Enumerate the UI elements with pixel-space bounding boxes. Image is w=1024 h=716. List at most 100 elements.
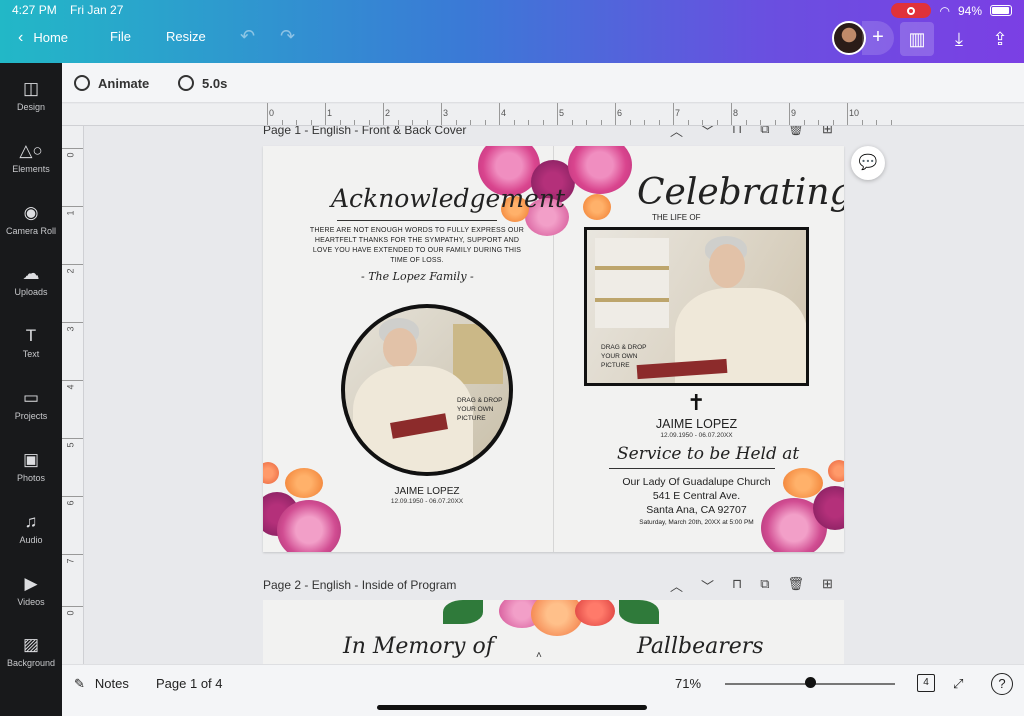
ruler-tick [644, 120, 645, 125]
lock-icon[interactable]: ⊓ [732, 126, 742, 140]
ruler-tick [615, 103, 616, 125]
ruler-tick [441, 103, 442, 125]
ruler-top-label: 1 [327, 108, 333, 118]
editor-toolbar: Animate 5.0s [62, 63, 1024, 103]
avatar[interactable] [832, 21, 866, 55]
help-button[interactable]: ? [991, 673, 1013, 695]
photo-frame-rect[interactable]: DRAG & DROP YOUR OWN PICTURE [584, 227, 809, 386]
battery-icon [990, 5, 1012, 16]
fullscreen-icon[interactable]: ⤢ [953, 676, 963, 692]
delete-page-icon[interactable]: 🗑 [787, 576, 804, 595]
ruler-tick [62, 264, 83, 265]
redo-icon[interactable]: ↷ [280, 26, 295, 47]
sidebar-item-photos[interactable]: ▣ Photos [0, 450, 62, 483]
dates-left: 12.09.1950 - 06.07.20XX [390, 498, 464, 505]
duplicate-page-icon[interactable]: ⧉ [760, 576, 769, 595]
ruler-left-label: 6 [65, 500, 76, 506]
sidebar-item-design[interactable]: ◫ Design [0, 79, 62, 112]
ruler-tick [455, 120, 457, 125]
name-right: JAIME LOPEZ [655, 417, 738, 431]
ruler-tick [62, 322, 83, 323]
add-collaborator-button[interactable]: + [862, 21, 894, 55]
chevron-down-icon[interactable]: ﹀ [701, 126, 714, 140]
add-page-icon[interactable]: ⊞ [822, 576, 833, 595]
animate-button[interactable]: Animate [74, 75, 149, 91]
drop-picture-hint: DRAG & DROP YOUR OWN PICTURE [601, 344, 647, 369]
sidebar-item-elements[interactable]: △○ Elements [0, 141, 62, 174]
ruler-top-label: 8 [733, 108, 739, 118]
ruler-tick [557, 103, 558, 125]
ruler-left-label: 7 [65, 558, 76, 564]
sidebar-item-audio[interactable]: ♫ Audio [0, 512, 62, 545]
duplicate-page-icon[interactable]: ⧉ [760, 126, 769, 140]
add-page-icon[interactable]: ⊞ [822, 126, 833, 140]
sidebar-item-projects[interactable]: ▭ Projects [0, 388, 62, 421]
ruler-tick [716, 120, 718, 125]
file-menu-button[interactable]: File [110, 29, 131, 44]
page-1[interactable]: Acknowledgement THERE ARE NOT ENOUGH WOR… [263, 146, 844, 552]
ruler-tick [702, 120, 703, 125]
bookshelf [595, 238, 669, 328]
ruler-tick [745, 120, 747, 125]
ruler-tick [397, 120, 399, 125]
insights-icon[interactable]: ▥ [900, 22, 934, 56]
address-line-1: 541 E Central Ave. [652, 490, 741, 502]
chevron-up-icon[interactable]: ︿ [670, 126, 683, 140]
text-icon: T [25, 326, 37, 345]
videos-icon: ▶ [24, 574, 38, 593]
undo-icon[interactable]: ↶ [240, 26, 255, 47]
ruler-tick [325, 103, 326, 125]
ruler-top: 0 1 2 3 4 5 6 7 8 9 10 [62, 103, 1024, 126]
ruler-tick [62, 206, 83, 207]
acknowledgement-message: THERE ARE NOT ENOUGH WORDS TO FULLY EXPR… [309, 227, 525, 264]
lock-icon[interactable]: ⊓ [732, 576, 742, 595]
ruler-top-label: 3 [443, 108, 449, 118]
screen-record-icon[interactable] [891, 3, 932, 18]
sidebar: ◫ Design △○ Elements ◉ Camera Roll ☁ Upl… [0, 63, 62, 716]
delete-page-icon[interactable]: 🗑 [787, 126, 804, 140]
chevron-up-icon[interactable]: ︿ [670, 576, 683, 595]
drop-picture-hint: DRAG & DROP YOUR OWN PICTURE [457, 397, 503, 422]
page-2[interactable]: In Memory of Pallbearers [263, 600, 844, 664]
chevron-down-icon[interactable]: ﹀ [701, 576, 714, 595]
sidebar-item-uploads[interactable]: ☁ Uploads [0, 264, 62, 297]
dates-right: 12.09.1950 - 06.07.20XX [660, 432, 733, 439]
ruler-tick [890, 120, 892, 125]
notes-button[interactable]: ✎ Notes [74, 676, 129, 692]
status-date: Fri Jan 27 [70, 3, 124, 17]
page-1-tools: ︿ ﹀ ⊓ ⧉ 🗑 ⊞ [670, 126, 833, 140]
person-head [709, 244, 745, 288]
canvas[interactable]: Page 1 - English - Front & Back Cover ︿ … [84, 126, 1024, 664]
zoom-level[interactable]: 71% [675, 676, 701, 691]
add-comment-icon[interactable]: 💬 [851, 146, 885, 180]
grid-view-button[interactable]: 4 [917, 674, 935, 692]
ruler-tick [876, 120, 877, 125]
design-icon: ◫ [22, 79, 40, 98]
flower-orange [583, 194, 611, 220]
church-name: Our Lady Of Guadalupe Church [622, 476, 771, 488]
chevron-up-icon[interactable]: ˄ [536, 650, 542, 661]
status-time: 4:27 PM [12, 3, 57, 17]
sidebar-item-text[interactable]: T Text [0, 326, 62, 359]
ruler-tick [658, 120, 660, 125]
leaf [443, 600, 483, 624]
duration-button[interactable]: 5.0s [178, 75, 227, 91]
download-icon[interactable]: ⤓ [942, 22, 976, 56]
resize-button[interactable]: Resize [166, 29, 206, 44]
elements-icon: △○ [19, 141, 43, 160]
ruler-top-label: 10 [849, 108, 860, 118]
sidebar-item-videos[interactable]: ▶ Videos [0, 574, 62, 607]
celebrating-title: Celebrating [637, 172, 844, 213]
photo-frame-circle[interactable]: DRAG & DROP YOUR OWN PICTURE [341, 304, 513, 476]
ruler-tick [310, 120, 312, 125]
page-indicator[interactable]: Page 1 of 4 [156, 676, 223, 691]
ruler-top-label: 4 [501, 108, 507, 118]
cross-icon: ✝ [687, 390, 706, 415]
ruler-tick [832, 120, 834, 125]
zoom-slider-handle[interactable] [805, 677, 816, 688]
sidebar-item-camera-roll[interactable]: ◉ Camera Roll [0, 203, 62, 236]
back-home-button[interactable]: ‹ Home [18, 29, 68, 47]
share-icon[interactable]: ⇪ [983, 22, 1017, 56]
sidebar-item-background[interactable]: ▨ Background [0, 635, 62, 668]
life-of-subtitle: THE LIFE OF [652, 213, 701, 222]
